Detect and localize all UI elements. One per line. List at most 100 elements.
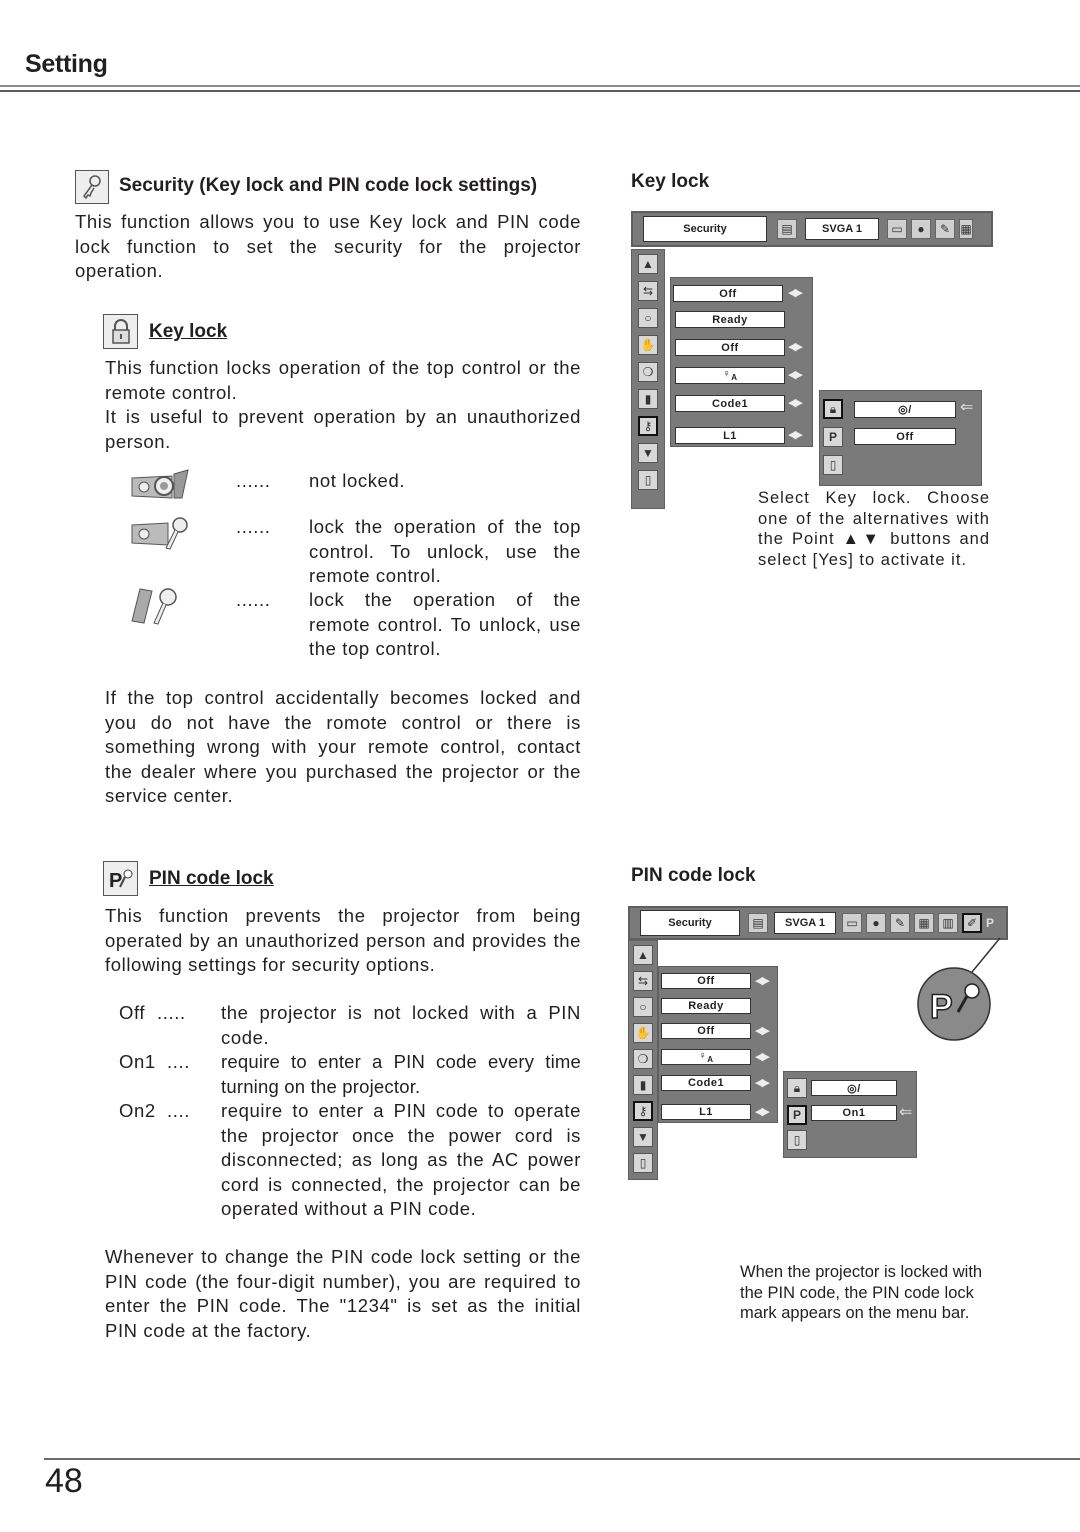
screen-icon[interactable]: ▦ <box>914 913 934 933</box>
source-field: SVGA 1 <box>805 218 879 240</box>
key-lock-field[interactable]: ◎/ <box>811 1080 897 1096</box>
footer-rule <box>44 1458 1080 1460</box>
page-number: 48 <box>45 1462 83 1500</box>
fig-key-lock-heading: Key lock <box>631 171 710 192</box>
lamp-mode-icon[interactable]: ❍ <box>638 362 658 382</box>
image-adjust-icon[interactable]: ✎ <box>935 219 955 239</box>
option-dots: ...... <box>236 470 271 491</box>
input-icon[interactable]: ▤ <box>777 219 797 239</box>
setting-field[interactable]: Ready <box>675 311 785 328</box>
left-right-arrows-icon[interactable]: ◀▶ <box>788 396 803 409</box>
hand-icon[interactable]: ✋ <box>633 1023 653 1043</box>
exit-icon[interactable]: ▯ <box>787 1130 807 1150</box>
option-dots: ...... <box>236 516 271 537</box>
callout-circle <box>917 967 991 1041</box>
settings-panel: Off ◀▶ Ready Off ◀▶ ♀A ◀▶ Code1 ◀▶ L1 ◀▶ <box>658 966 778 1123</box>
header-rule <box>0 85 1080 87</box>
pin-lock-icon[interactable]: P <box>787 1105 807 1125</box>
security-intro: This function allows you to use Key lock… <box>75 211 581 281</box>
pointer-arrow-icon: ⇐ <box>899 1104 913 1121</box>
setting-field[interactable]: L1 <box>661 1104 751 1120</box>
pin-option-text: require to enter a PIN code to operate t… <box>221 1100 581 1219</box>
pc-adjust-icon[interactable]: ▭ <box>887 219 907 239</box>
setting-field[interactable]: L1 <box>675 427 785 444</box>
menu-sidebar: ▲ ⇆ ○ ✋ ❍ ▮ ⚷ ▼ ▯ <box>631 249 665 509</box>
scroll-down-icon[interactable]: ▼ <box>633 1127 653 1147</box>
left-right-arrows-icon[interactable]: ◀▶ <box>788 340 803 353</box>
lamp-icon[interactable]: ○ <box>633 997 653 1017</box>
projector-not-locked-icon: ◎/ <box>898 404 912 416</box>
pin-option-dots: .... <box>167 1100 190 1121</box>
key-lock-field[interactable]: ◎/ <box>854 401 956 418</box>
remote-icon[interactable]: ▮ <box>638 389 658 409</box>
left-right-arrows-icon[interactable]: ◀▶ <box>755 1050 770 1063</box>
setting-icon[interactable]: ✐ <box>962 913 982 933</box>
header-rule-2 <box>0 90 1080 92</box>
left-right-arrows-icon[interactable]: ◀▶ <box>755 1105 770 1118</box>
exit-icon[interactable]: ▯ <box>823 455 843 475</box>
pin-option-label: On2 <box>119 1100 156 1121</box>
option-text: lock the operation of the top control. T… <box>309 516 581 586</box>
pc-adjust-icon[interactable]: ▭ <box>842 913 862 933</box>
svg-text:P: P <box>109 870 122 892</box>
setting-field[interactable]: Off <box>661 973 751 989</box>
lamp-a-field[interactable]: ♀A <box>661 1049 751 1065</box>
security-key-icon[interactable]: ⚷ <box>638 416 658 436</box>
key-lock-heading: Key lock <box>149 321 228 342</box>
left-right-arrows-icon[interactable]: ◀▶ <box>788 286 803 299</box>
fig-pin-lock-caption: When the projector is locked with the PI… <box>740 1263 983 1322</box>
scroll-up-icon[interactable]: ▲ <box>633 945 653 965</box>
setting-field[interactable]: Code1 <box>675 395 785 412</box>
security-key-icon[interactable]: ⚷ <box>633 1101 653 1121</box>
image-select-icon[interactable]: ● <box>866 913 886 933</box>
fig-key-lock-caption: Select Key lock. Choose one of the alter… <box>758 489 990 569</box>
image-select-icon[interactable]: ● <box>911 219 931 239</box>
pin-lock-mark: P <box>986 916 995 930</box>
scroll-up-icon[interactable]: ▲ <box>638 254 658 274</box>
pin-option-text: the projector is not locked with a PIN c… <box>221 1002 581 1048</box>
setting-field[interactable]: Off <box>673 285 783 302</box>
remote-icon[interactable]: ▮ <box>633 1075 653 1095</box>
setting-field[interactable]: Code1 <box>661 1075 751 1091</box>
input-menu-icon[interactable]: ⇆ <box>638 281 658 301</box>
menu-bar: Security ▤ SVGA 1 ▭ ● ✎ ▦ <box>631 211 993 247</box>
fig-pin-lock-heading: PIN code lock <box>631 865 756 886</box>
menu-sidebar: ▲ ⇆ ○ ✋ ❍ ▮ ⚷ ▼ ▯ <box>628 940 658 1180</box>
lamp-mode-icon[interactable]: ❍ <box>633 1049 653 1069</box>
pin-option-dots: ..... <box>157 1002 186 1023</box>
exit-icon[interactable]: ▯ <box>638 470 658 490</box>
projector-not-locked-icon <box>130 468 192 507</box>
padlock-icon <box>103 314 138 349</box>
left-right-arrows-icon[interactable]: ◀▶ <box>755 974 770 987</box>
pin-lock-icon[interactable]: P <box>823 427 843 447</box>
pin-lock-heading: PIN code lock <box>149 868 274 889</box>
pin-lock-field[interactable]: On1 <box>811 1105 897 1121</box>
key-icon <box>75 170 109 204</box>
sound-icon[interactable]: ▥ <box>938 913 958 933</box>
image-adjust-icon[interactable]: ✎ <box>890 913 910 933</box>
projector-key-icon <box>130 515 192 556</box>
key-icon <box>964 983 980 999</box>
left-right-arrows-icon[interactable]: ◀▶ <box>788 368 803 381</box>
scroll-down-icon[interactable]: ▼ <box>638 443 658 463</box>
screen-icon[interactable]: ▦ <box>959 219 973 239</box>
security-submenu: 🔒︎ ◎/ ⇐ P Off ▯ <box>819 390 982 486</box>
input-menu-icon[interactable]: ⇆ <box>633 971 653 991</box>
key-lock-icon[interactable]: 🔒︎ <box>787 1078 807 1098</box>
lamp-icon[interactable]: ○ <box>638 308 658 328</box>
setting-field[interactable]: Ready <box>661 998 751 1014</box>
exit-icon[interactable]: ▯ <box>633 1153 653 1173</box>
input-icon[interactable]: ▤ <box>748 913 768 933</box>
pointer-arrow-icon: ⇐ <box>960 399 974 416</box>
key-lock-icon[interactable]: 🔒︎ <box>823 399 843 419</box>
setting-field[interactable]: Off <box>661 1023 751 1039</box>
pin-lock-field[interactable]: Off <box>854 428 956 445</box>
left-right-arrows-icon[interactable]: ◀▶ <box>755 1076 770 1089</box>
left-right-arrows-icon[interactable]: ◀▶ <box>788 428 803 441</box>
setting-field[interactable]: Off <box>675 339 785 356</box>
left-right-arrows-icon[interactable]: ◀▶ <box>755 1024 770 1037</box>
pin-lock-para1: This function prevents the projector fro… <box>105 905 581 975</box>
page-title: Setting <box>25 50 108 78</box>
hand-icon[interactable]: ✋ <box>638 335 658 355</box>
lamp-a-field[interactable]: ♀A <box>675 367 785 384</box>
